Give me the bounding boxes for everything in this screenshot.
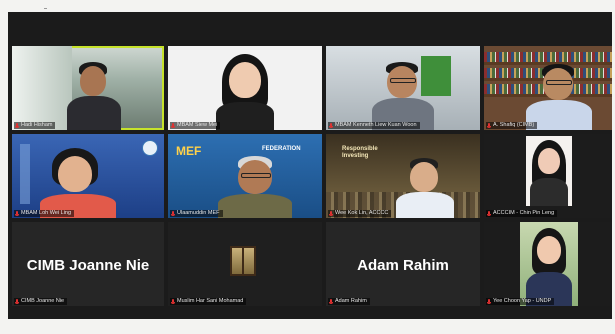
participant-name: Yee Choon Yap - UNDP (486, 298, 555, 305)
microphone-muted-icon (487, 122, 491, 129)
participant-name: Hadi Hisham (14, 122, 56, 129)
slide-title: Responsible (342, 146, 378, 152)
participant-video (524, 62, 594, 130)
participant-tile[interactable]: A. Shafiq (CIMB) (484, 46, 612, 130)
participant-name: MBAM Siew Mei (170, 122, 221, 129)
microphone-muted-icon (15, 210, 19, 217)
participant-tile[interactable]: MBAM Siew Mei (168, 46, 322, 130)
participant-tile[interactable]: Hadi Hisham (12, 46, 164, 130)
participant-tile[interactable]: Adam Rahim Adam Rahim (326, 222, 480, 306)
microphone-muted-icon (487, 210, 491, 217)
participant-name: Wee Kok Lin, ACCCC (328, 210, 392, 217)
microphone-muted-icon (329, 298, 333, 305)
participant-name: MBAM Kenneth Liew Kuan Woon (328, 122, 420, 129)
microphone-muted-icon (15, 122, 19, 129)
participant-tile[interactable]: MBAM Kenneth Liew Kuan Woon (326, 46, 480, 130)
participant-tile[interactable]: Muslim Har Sani Mohamad (168, 222, 322, 306)
participant-video (396, 158, 456, 218)
participant-video (38, 148, 118, 218)
participant-display-name: CIMB Joanne Nie (26, 257, 150, 275)
microphone-muted-icon (171, 210, 175, 217)
page-mark (44, 8, 47, 9)
microphone-muted-icon (15, 298, 19, 305)
tower-background (20, 144, 30, 204)
participant-video (528, 140, 570, 206)
participant-tile[interactable]: CIMB Joanne Nie CIMB Joanne Nie (12, 222, 164, 306)
participant-tile[interactable]: MBAM Loh Wei Ling (12, 134, 164, 218)
microphone-muted-icon (329, 122, 333, 129)
logo-icon (142, 140, 158, 156)
participant-display-name: Adam Rahim (357, 257, 449, 275)
slide-title-line2: Investing (342, 153, 369, 159)
participant-name: Muslim Har Sani Mohamad (170, 298, 247, 305)
microphone-muted-icon (171, 298, 175, 305)
microphone-muted-icon (171, 122, 175, 129)
participant-name: Ulaamuddin MEF (170, 210, 223, 217)
participant-name: CIMB Joanne Nie (14, 298, 68, 305)
participant-name: Adam Rahim (328, 298, 370, 305)
participant-video (372, 60, 436, 130)
participant-name: MBAM Loh Wei Ling (14, 210, 75, 217)
window-icon (230, 246, 256, 276)
participant-video (218, 156, 292, 218)
participant-video (524, 228, 574, 306)
banner-logo-text: MEF (176, 144, 202, 158)
participant-tile[interactable]: Yee Choon Yap - UNDP (484, 222, 612, 306)
participant-name: ACCCIM - Chin Pin Leng (486, 210, 558, 217)
banner-subtitle: FEDERATION (262, 146, 301, 152)
participant-tile[interactable]: Responsible Investing Wee Kok Lin, ACCCC (326, 134, 480, 218)
microphone-muted-icon (329, 210, 333, 217)
participant-name: A. Shafiq (CIMB) (486, 122, 538, 129)
participant-video (212, 54, 278, 130)
participant-tile[interactable]: ACCCIM - Chin Pin Leng (484, 134, 612, 218)
participant-video (67, 60, 127, 130)
participant-tile[interactable]: MEF FEDERATION Ulaamuddin MEF (168, 134, 322, 218)
microphone-muted-icon (487, 298, 491, 305)
window-background (12, 46, 72, 130)
video-grid: Hadi Hisham MBAM Siew Mei MBAM Kenneth L… (8, 12, 612, 319)
